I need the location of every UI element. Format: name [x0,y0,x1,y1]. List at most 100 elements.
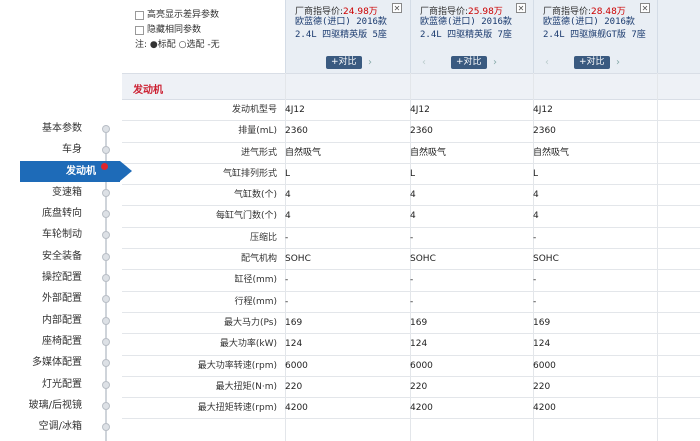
table-row: 发动机型号 4J12 4J12 4J12 [122,100,700,122]
row-value: 4 [410,190,416,201]
nav-item-label: 车轮制动 [42,229,82,241]
row-value: 自然吸气 [410,147,447,158]
hide-same-option[interactable]: 隐藏相同参数 [135,23,220,38]
chevron-right-icon[interactable]: › [616,56,620,69]
row-value: 169 [410,317,428,328]
row-value: - [285,296,289,307]
chevron-right-icon[interactable]: › [368,56,372,69]
nav-dot-icon [102,210,110,219]
nav-item-label: 变速箱 [52,186,82,198]
highlight-diff-option[interactable]: 高亮显示差异参数 [135,8,220,23]
close-icon[interactable]: ✕ [392,3,402,13]
nav-dot-icon [102,337,110,346]
nav-item-label: 多媒体配置 [32,357,82,369]
nav-dot-icon [102,274,110,283]
section-header: 发动机 [122,73,700,100]
nav-dot-icon [102,146,110,155]
table-row: 气缸数(个) 4 4 4 [122,185,700,207]
row-label: 排量(mL) [238,126,277,137]
section-title: 发动机 [133,85,163,96]
row-label: 行程(mm) [234,296,277,307]
row-value: 2360 [285,126,308,137]
legend-note: 注: ●标配 ○选配 -无 [135,40,220,50]
row-value: 220 [533,381,551,392]
compare-button[interactable]: +对比 [326,56,362,69]
row-value: 2360 [533,126,556,137]
nav-item[interactable]: 发动机 [20,160,132,182]
nav-item[interactable]: 车身 [0,139,122,160]
highlight-diff-checkbox[interactable] [135,11,144,20]
section-nav: 基本参数车身发动机变速箱底盘转向车轮制动安全装备操控配置外部配置内部配置座椅配置… [0,118,132,437]
empty-car-column [657,0,700,73]
table-row: 最大扭矩(N·m) 220 220 220 [122,377,700,399]
nav-item[interactable]: 基本参数 [0,118,122,139]
table-row: 最大扭矩转速(rpm) 4200 4200 4200 [122,398,700,420]
compare-button[interactable]: +对比 [451,56,487,69]
nav-item[interactable]: 多媒体配置 [0,352,122,373]
chevron-left-icon[interactable]: ‹ [545,56,549,69]
row-value: SOHC [285,254,311,265]
row-value: 4200 [410,403,433,414]
row-value: 4 [285,190,291,201]
row-value: L [410,168,416,179]
nav-item-label: 外部配置 [42,293,82,305]
row-value: SOHC [533,254,559,265]
nav-item[interactable]: 灯光配置 [0,374,122,395]
chevron-right-icon[interactable]: › [493,56,497,69]
car-name[interactable]: 欧蓝德(进口) 2016款 2.4L 四驱旗舰GT版 7座 [543,16,653,42]
nav-item-label: 内部配置 [42,314,82,326]
nav-item[interactable]: 内部配置 [0,310,122,331]
nav-item[interactable]: 变速箱 [0,182,122,203]
row-label: 缸径(mm) [234,275,277,286]
row-label: 最大扭矩(N·m) [215,381,277,392]
row-label: 最大马力(Ps) [224,317,277,328]
compare-button[interactable]: +对比 [574,56,610,69]
car-name[interactable]: 欧蓝德(进口) 2016款 2.4L 四驱精英版 7座 [420,16,530,42]
hide-same-checkbox[interactable] [135,26,144,35]
row-value: - [533,296,537,307]
row-value: 6000 [285,360,308,371]
row-value: 4J12 [410,105,430,115]
highlight-diff-label[interactable]: 高亮显示差异参数 [147,8,219,23]
row-label: 最大功率(kW) [219,339,277,350]
row-value: 4 [533,211,539,222]
nav-item-label: 基本参数 [42,123,82,134]
table-row: 排量(mL) 2360 2360 2360 [122,121,700,143]
nav-item[interactable]: 外部配置 [0,288,122,309]
nav-item[interactable]: 玻璃/后视镜 [0,395,122,416]
row-label: 最大扭矩转速(rpm) [197,403,277,414]
row-value: - [410,296,414,307]
table-row: 行程(mm) - - - [122,292,700,313]
nav-item-label: 玻璃/后视镜 [28,399,82,411]
row-value: 4J12 [533,105,553,115]
row-value: 6000 [533,360,556,371]
nav-item[interactable]: 底盘转向 [0,203,122,224]
row-value: L [285,168,291,179]
row-label: 压缩比 [249,232,277,243]
hide-same-label[interactable]: 隐藏相同参数 [147,23,201,38]
nav-item[interactable]: 座椅配置 [0,331,122,352]
nav-item[interactable]: 车轮制动 [0,224,122,245]
nav-item[interactable]: 操控配置 [0,267,122,288]
row-value: - [533,275,537,286]
nav-item[interactable]: 安全装备 [0,246,122,267]
nav-item[interactable]: 空调/冰箱 [0,416,122,437]
chevron-left-icon[interactable]: ‹ [422,56,426,69]
row-value: - [410,275,414,286]
nav-item-label: 发动机 [66,165,96,177]
row-value: 自然吸气 [285,147,322,158]
nav-item-label: 灯光配置 [42,378,82,390]
row-label: 配气机构 [240,254,277,265]
row-label: 最大功率转速(rpm) [197,360,277,371]
close-icon[interactable]: ✕ [516,3,526,13]
nav-dot-icon [102,423,110,432]
header-area: 高亮显示差异参数 隐藏相同参数 注: ●标配 ○选配 -无 厂商指导价:24.9… [0,0,700,73]
close-icon[interactable]: ✕ [640,3,650,13]
car-name[interactable]: 欧蓝德(进口) 2016款 2.4L 四驱精英版 5座 [295,16,405,42]
spec-table: 发动机型号 4J12 4J12 4J12 排量(mL) 2360 2360 2360 进气形式自… [122,100,700,420]
row-label: 气缸数(个) [233,190,277,201]
row-value: 4J12 [285,105,305,115]
row-label: 发动机型号 [231,105,277,115]
nav-item-label: 操控配置 [42,272,82,284]
row-value: L [533,168,539,179]
